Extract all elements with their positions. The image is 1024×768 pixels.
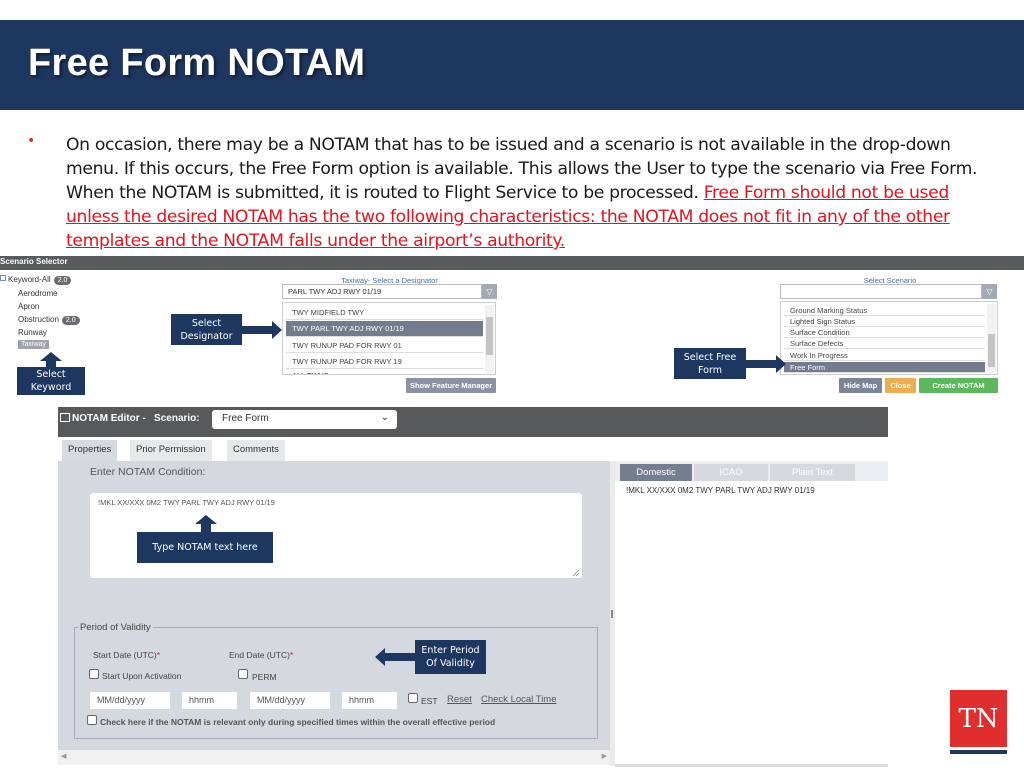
tn-logo-bar	[950, 750, 1007, 754]
count-badge: 2.0	[61, 316, 80, 325]
scenario-item[interactable]: Ground Marking Status	[784, 305, 985, 316]
scenario-selector-header	[0, 256, 1024, 270]
minimize-icon[interactable]	[60, 413, 70, 422]
scroll-right-icon[interactable]: ▶	[602, 752, 607, 760]
required-mark: *	[156, 650, 161, 660]
splitter-grip-icon[interactable]: ‖	[610, 609, 614, 618]
close-button[interactable]: Close	[885, 378, 916, 393]
tab-properties[interactable]: Properties	[62, 440, 118, 461]
scenario-item[interactable]: Surface Defects	[784, 338, 985, 349]
scenario-item-selected[interactable]: Free Form	[784, 362, 985, 373]
body-paragraph: On occasion, there may be a NOTAM that h…	[66, 133, 1006, 253]
arrow-up-icon	[195, 515, 217, 533]
filter-icon[interactable]: ▽	[982, 284, 997, 299]
scrollbar-thumb[interactable]	[486, 317, 493, 355]
perm-checkbox[interactable]	[238, 669, 248, 679]
schedule-label: Check here if the NOTAM is relevant only…	[100, 717, 496, 727]
period-legend: Period of Validity	[78, 622, 153, 633]
callout-select-keyword: Select Keyword	[17, 367, 85, 395]
end-time-input[interactable]: hhmm	[342, 692, 397, 709]
scenario-select-value: Free Form	[222, 413, 269, 424]
condition-label: Enter NOTAM Condition:	[90, 466, 206, 478]
callout-select-free-form: Select Free Form	[674, 348, 746, 379]
scenario-item[interactable]: Lighted Sign Status	[784, 316, 985, 327]
est-label: EST	[421, 696, 438, 706]
designator-item[interactable]: TWY RUNUP PAD FOR RWY 01	[286, 338, 483, 353]
tree-item-aerodrome[interactable]: Aerodrome	[18, 289, 58, 298]
scenario-item[interactable]: Work In Progress	[784, 350, 985, 361]
scenario-filter-input[interactable]	[780, 284, 982, 299]
tree-item-keyword-all[interactable]: Keyword-All 2.0	[8, 275, 72, 285]
hide-map-button[interactable]: Hide Map	[839, 378, 882, 393]
callout-enter-period: Enter Period Of Validity	[415, 640, 486, 674]
start-date-label-text: Start Date (UTC)	[93, 650, 157, 660]
preview-panel	[615, 461, 888, 766]
collapse-icon[interactable]	[0, 275, 6, 281]
tree-item-obstruction[interactable]: Obstruction 2.0	[18, 315, 80, 325]
designator-item[interactable]: ALL TWYS	[286, 370, 483, 374]
arrow-right-icon	[746, 355, 786, 373]
tab-domestic[interactable]: Domestic	[620, 464, 692, 481]
check-local-time-link[interactable]: Check Local Time	[481, 694, 557, 705]
tab-comments[interactable]: Comments	[227, 440, 285, 461]
horizontal-scrollbar[interactable]: ◀ ▶	[58, 750, 610, 765]
designator-item-selected[interactable]: TWY PARL TWY ADJ RWY 01/19	[286, 321, 483, 337]
scrollbar-thumb[interactable]	[988, 334, 995, 367]
resize-handle-icon[interactable]	[572, 569, 580, 577]
count-badge: 2.0	[53, 276, 72, 285]
editor-title-text: NOTAM Editor -	[72, 413, 146, 424]
editor-title: NOTAM Editor - Scenario:	[60, 413, 200, 424]
tree-item-label: Keyword-All	[8, 275, 51, 284]
scenario-label: Scenario:	[154, 413, 200, 424]
tree-item-apron[interactable]: Apron	[18, 302, 39, 311]
scenario-selector-title: Scenario Selector	[0, 257, 68, 266]
reset-link[interactable]: Reset	[447, 694, 472, 705]
notam-preview-text: !MKL XX/XXX 0M2 TWY PARL TWY ADJ RWY 01/…	[626, 486, 815, 495]
scenario-select[interactable]: Free Form ⌄	[212, 410, 397, 429]
required-mark: *	[289, 650, 294, 660]
end-date-input[interactable]: MM/dd/yyyy	[250, 692, 330, 709]
tab-plain-text[interactable]: Plain Text	[770, 464, 855, 481]
arrow-right-icon	[242, 321, 282, 339]
scenario-item[interactable]: Surface Condition	[784, 327, 985, 338]
filter-icon[interactable]: ▽	[482, 284, 497, 299]
tree-item-runway[interactable]: Runway	[18, 328, 47, 337]
designator-item[interactable]: TWY RUNUP PAD FOR RWY 19	[286, 354, 483, 369]
slide: Free Form NOTAM • On occasion, there may…	[0, 0, 1024, 768]
designator-filter-input[interactable]: PARL TWY ADJ RWY 01/19	[282, 284, 482, 299]
show-feature-manager-button[interactable]: Show Feature Manager	[406, 378, 496, 393]
panel-bottom-border	[615, 764, 888, 767]
tree-item-taxiway[interactable]: Taxiway	[18, 340, 49, 349]
start-time-input[interactable]: hhmm	[182, 692, 237, 709]
start-date-input[interactable]: MM/dd/yyyy	[90, 692, 170, 709]
arrow-up-icon	[40, 352, 62, 368]
designator-list: TWY MIDFIELD TWY TWY PARL TWY ADJ RWY 01…	[282, 302, 496, 375]
slide-title: Free Form NOTAM	[28, 42, 366, 84]
designator-item[interactable]: TWY MIDFIELD TWY	[286, 306, 483, 320]
scenario-scrollbar[interactable]	[987, 304, 996, 373]
designator-scrollbar[interactable]	[485, 305, 494, 373]
arrow-left-icon	[375, 648, 415, 666]
start-date-label: Start Date (UTC)*	[93, 650, 160, 660]
bullet-marker: •	[27, 133, 36, 149]
est-checkbox[interactable]	[408, 693, 418, 703]
create-notam-button[interactable]: Create NOTAM	[919, 378, 998, 393]
callout-select-designator: Select Designator	[171, 314, 242, 345]
perm-label: PERM	[252, 672, 277, 682]
start-upon-activation-checkbox[interactable]	[89, 669, 99, 679]
tn-logo: TN	[950, 690, 1007, 747]
scroll-left-icon[interactable]: ◀	[61, 752, 66, 760]
start-upon-activation-label: Start Upon Activation	[102, 671, 182, 681]
chevron-down-icon: ⌄	[380, 412, 389, 423]
callout-type-notam-text: Type NOTAM text here	[137, 532, 273, 563]
end-date-label: End Date (UTC)*	[229, 650, 293, 660]
end-date-label-text: End Date (UTC)	[229, 650, 290, 660]
schedule-checkbox[interactable]	[87, 715, 97, 725]
tab-icao[interactable]: ICAO	[694, 464, 768, 481]
scenario-list: Ground Marking Status Lighted Sign Statu…	[780, 301, 998, 375]
tree-item-label: Obstruction	[18, 315, 59, 324]
tab-prior-permission[interactable]: Prior Permission	[130, 440, 212, 461]
